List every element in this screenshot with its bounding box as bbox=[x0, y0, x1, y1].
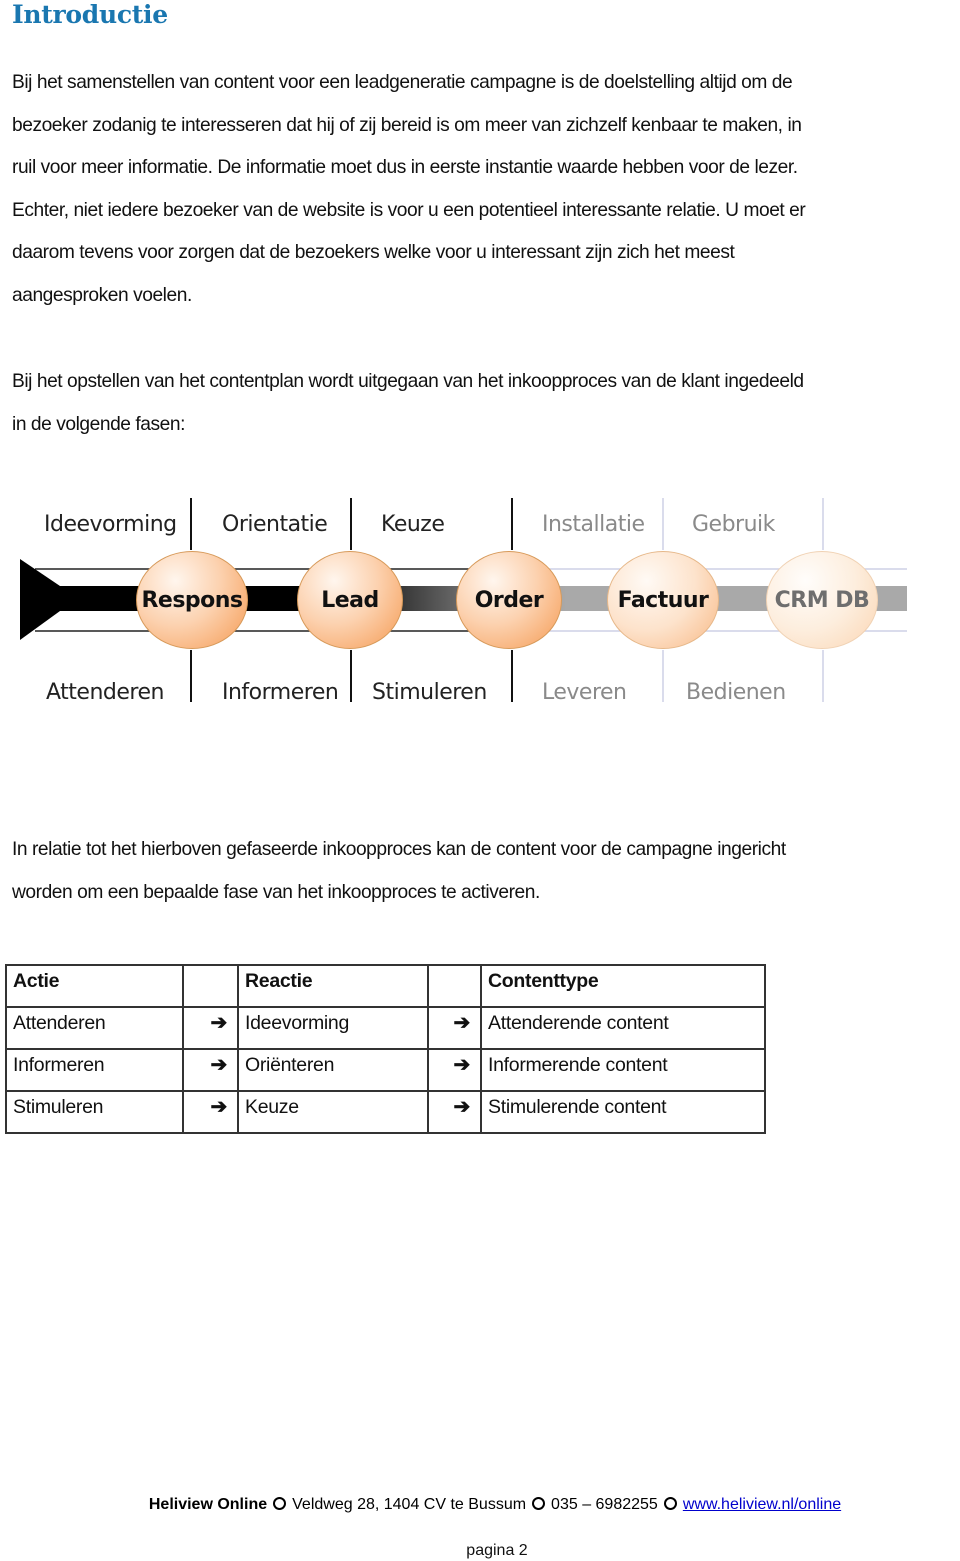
phase-label-top: Keuze bbox=[381, 512, 445, 537]
arrow-right-icon: ➔ bbox=[453, 1054, 471, 1076]
phase-label-bottom: Leveren bbox=[542, 680, 627, 705]
cell-contenttype: Attenderende content bbox=[480, 1006, 766, 1050]
phase-label-top: Orientatie bbox=[222, 512, 328, 537]
arrow-tail bbox=[20, 559, 60, 640]
phase-label-bottom: Stimuleren bbox=[372, 680, 487, 705]
footer-company: Heliview Online bbox=[148, 1496, 268, 1513]
bullet-ring-icon bbox=[663, 1497, 677, 1511]
phases-paragraph: Bij het opstellen van het contentplan wo… bbox=[12, 361, 958, 446]
phase-label-bottom: Bedienen bbox=[686, 680, 786, 705]
cell-actie: Attenderen bbox=[5, 1006, 184, 1050]
header-contenttype: Contenttype bbox=[480, 964, 766, 1008]
milestone-lead: Lead bbox=[297, 551, 403, 649]
table-row: Attenderen ➔ Ideevorming ➔ Attenderende … bbox=[5, 1006, 766, 1050]
bullet-ring-icon bbox=[273, 1497, 287, 1511]
table-row: Informeren ➔ Oriënteren ➔ Informerende c… bbox=[5, 1048, 766, 1092]
phase-label-top: Gebruik bbox=[692, 512, 775, 537]
content-paragraph: In relatie tot het hierboven gefaseerde … bbox=[12, 829, 958, 914]
text-line: Bij het opstellen van het contentplan wo… bbox=[12, 371, 804, 392]
cell-reactie: Oriënteren bbox=[237, 1048, 429, 1092]
footer-website-link[interactable]: www.heliview.nl/online bbox=[683, 1496, 841, 1513]
text-line: Bij het samenstellen van content voor ee… bbox=[12, 72, 793, 93]
arrow-right-icon: ➔ bbox=[453, 1012, 471, 1034]
page-number: pagina 2 bbox=[466, 1542, 528, 1559]
milestone-factuur: Factuur bbox=[607, 551, 719, 649]
text-line: Echter, niet iedere bezoeker van de webs… bbox=[12, 199, 806, 221]
table-header-row: Actie Reactie Contenttype bbox=[5, 964, 766, 1008]
intro-paragraph: Bij het samenstellen van content voor ee… bbox=[12, 62, 958, 318]
text-line: In relatie tot het hierboven gefaseerde … bbox=[12, 839, 786, 860]
text-line: in de volgende fasen: bbox=[12, 413, 185, 435]
cell-actie: Informeren bbox=[5, 1048, 184, 1092]
bullet-ring-icon bbox=[532, 1497, 546, 1511]
table-row: Stimuleren ➔ Keuze ➔ Stimulerende conten… bbox=[5, 1090, 766, 1134]
phase-label-bottom: Informeren bbox=[222, 680, 339, 705]
page-title: Introductie bbox=[12, 0, 168, 29]
cell-reactie: Ideevorming bbox=[237, 1006, 429, 1050]
milestone-crm-db: CRM DB bbox=[766, 551, 878, 649]
header-reactie: Reactie bbox=[237, 964, 429, 1008]
cell-contenttype: Stimulerende content bbox=[480, 1090, 766, 1134]
phase-label-top: Installatie bbox=[542, 512, 645, 537]
footer-address: Veldweg 28, 1404 CV te Bussum bbox=[292, 1496, 527, 1513]
page-footer: Heliview Online Veldweg 28, 1404 CV te Bu… bbox=[0, 1496, 960, 1514]
phase-label-top: Ideevorming bbox=[44, 512, 177, 537]
cell-actie: Stimuleren bbox=[5, 1090, 184, 1134]
header-actie: Actie bbox=[5, 964, 184, 1008]
text-line: daarom tevens voor zorgen dat de bezoeke… bbox=[12, 242, 735, 264]
text-line: bezoeker zodanig te interesseren dat hij… bbox=[12, 114, 802, 136]
arrow-right-icon: ➔ bbox=[210, 1096, 228, 1118]
cell-reactie: Keuze bbox=[237, 1090, 429, 1134]
footer-phone: 035 – 6982255 bbox=[551, 1496, 658, 1513]
milestone-order: Order bbox=[456, 551, 562, 649]
arrow-right-icon: ➔ bbox=[210, 1054, 228, 1076]
text-line: worden om een bepaalde fase van het inko… bbox=[12, 881, 540, 903]
text-line: aangesproken voelen. bbox=[12, 284, 192, 306]
arrow-right-icon: ➔ bbox=[453, 1096, 471, 1118]
arrow-right-icon: ➔ bbox=[210, 1012, 228, 1034]
text-line: ruil voor meer informatie. De informatie… bbox=[12, 157, 798, 179]
phase-label-bottom: Attenderen bbox=[46, 680, 164, 705]
cell-contenttype: Informerende content bbox=[480, 1048, 766, 1092]
milestone-respons: Respons bbox=[136, 551, 248, 649]
purchase-process-diagram: Ideevorming Orientatie Keuze Installatie… bbox=[0, 490, 960, 720]
action-reaction-table: Actie Reactie Contenttype Attenderen ➔ I… bbox=[5, 964, 766, 1134]
